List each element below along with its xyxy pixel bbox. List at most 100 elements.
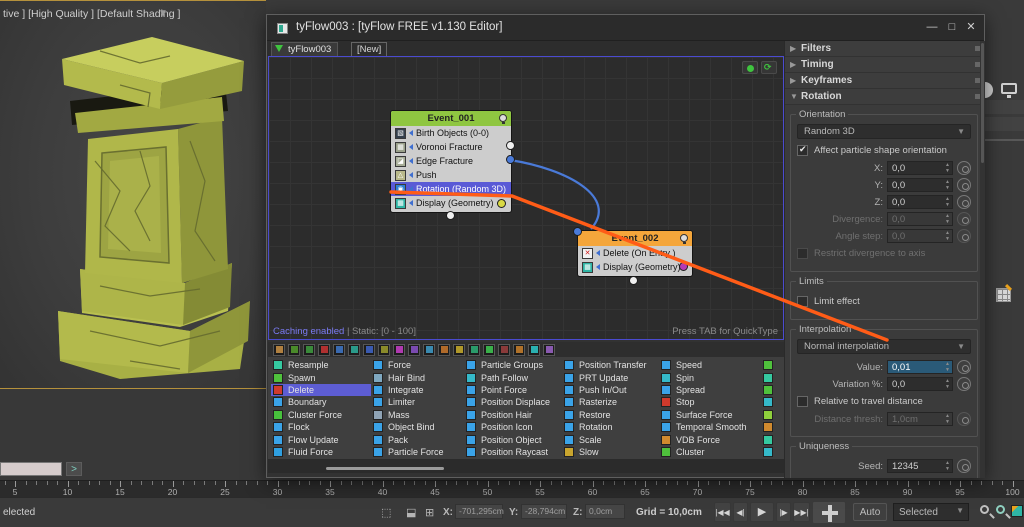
depot-item-fluid-force[interactable]: Fluid Force	[271, 446, 371, 458]
depot-category-tab-7[interactable]	[363, 343, 375, 356]
bulb-icon[interactable]	[680, 234, 688, 244]
auto-key-button[interactable]: Auto	[853, 503, 887, 521]
depot-category-tab-1[interactable]	[273, 343, 285, 356]
tab-new[interactable]: [New]	[351, 42, 388, 56]
depot-item-cluster[interactable]: Cluster	[659, 446, 761, 458]
depot-item-vdb-force[interactable]: VDB Force	[659, 433, 761, 445]
depot-item-item[interactable]	[761, 446, 781, 458]
depot-item-resample[interactable]: Resample	[271, 359, 371, 371]
depot-item-point-force[interactable]: Point Force	[464, 384, 562, 396]
orientation-dropdown[interactable]: Random 3D ▼	[797, 124, 971, 139]
operator-push[interactable]: △ Push	[391, 168, 511, 182]
depot-item-item[interactable]	[761, 384, 781, 396]
animate-key-icon[interactable]	[957, 195, 971, 209]
animate-key-icon[interactable]	[957, 459, 971, 473]
depot-item-mass[interactable]: Mass	[371, 409, 464, 421]
depot-item-item[interactable]	[761, 409, 781, 421]
edit-table-icon[interactable]	[996, 288, 1011, 302]
depot-item-position-transfer[interactable]: Position Transfer	[562, 359, 659, 371]
affect-orientation-checkbox-row[interactable]: Affect particle shape orientation	[797, 144, 971, 156]
go-to-start-button[interactable]: |◀◀	[714, 502, 731, 522]
depot-item-particle-groups[interactable]: Particle Groups	[464, 359, 562, 371]
output-port-display-1[interactable]	[497, 199, 506, 208]
go-to-end-button[interactable]: ▶▶|	[793, 502, 810, 522]
animate-key-icon[interactable]	[957, 161, 971, 175]
timeline-ruler[interactable]: 5 10 15 20 25 30 35 40 45 50 55 60 65 70 75 80 85 90 95 100	[0, 480, 1024, 497]
maximize-button[interactable]: □	[944, 20, 960, 36]
variation-field[interactable]: 0,0 ▲ ▼	[887, 377, 953, 391]
relative-travel-checkbox-row[interactable]: Relative to travel distance	[797, 396, 971, 407]
depot-item-object-bind[interactable]: Object Bind	[371, 421, 464, 433]
maxscript-mini-listener[interactable]	[0, 462, 62, 476]
depot-category-tab-6[interactable]	[348, 343, 360, 356]
depot-category-tab-10[interactable]	[408, 343, 420, 356]
display-icon[interactable]	[1001, 83, 1017, 98]
depot-category-tab-14[interactable]	[468, 343, 480, 356]
output-port-display-2[interactable]	[679, 262, 688, 271]
depot-item-stop[interactable]: Stop	[659, 396, 761, 408]
event-001-header[interactable]: Event_001	[391, 111, 511, 126]
depot-item-boundary[interactable]: Boundary	[271, 396, 371, 408]
section-timing[interactable]: ▶ Timing	[785, 57, 985, 73]
viewport-shading-label[interactable]: tive ] [High Quality ] [Default Shading …	[3, 8, 180, 20]
absolute-mode-icon[interactable]: ⊞	[425, 506, 434, 519]
minimize-button[interactable]: —	[924, 20, 940, 36]
depot-item-item[interactable]	[761, 359, 781, 371]
depot-item-position-object[interactable]: Position Object	[464, 433, 562, 445]
animate-key-icon[interactable]	[957, 377, 971, 391]
depot-item-force[interactable]: Force	[371, 359, 464, 371]
depot-category-tab-3[interactable]	[303, 343, 315, 356]
z-coord-field[interactable]: 0,0cm	[585, 504, 625, 519]
depot-category-tab-4[interactable]	[318, 343, 330, 356]
depot-item-rotation[interactable]: Rotation	[562, 421, 659, 433]
node-event-002[interactable]: Event_002 ✕ Delete (On Entry ) ▦ Display (G…	[577, 230, 693, 277]
depot-item-restore[interactable]: Restore	[562, 409, 659, 421]
depot-category-tab-8[interactable]	[378, 343, 390, 356]
close-button[interactable]: ✕	[963, 20, 979, 36]
depot-item-item[interactable]	[761, 396, 781, 408]
particle-view-button[interactable]	[742, 61, 758, 74]
event-002-output-port[interactable]	[629, 276, 638, 285]
lock-selection-icon[interactable]: ⬓	[406, 506, 416, 519]
depot-category-tab-18[interactable]	[528, 343, 540, 356]
panel-scrollbar-thumb[interactable]	[981, 43, 984, 163]
depot-item-spread[interactable]: Spread	[659, 384, 761, 396]
depot-category-tab-5[interactable]	[333, 343, 345, 356]
depot-category-tab-19[interactable]	[543, 343, 555, 356]
section-keyframes[interactable]: ▶ Keyframes	[785, 73, 985, 89]
listener-run-button[interactable]: >	[66, 462, 82, 476]
limit-effect-checkbox-row[interactable]: Limit effect	[797, 296, 971, 307]
depot-item-delete[interactable]: Delete	[271, 383, 371, 397]
operator-display-geometry[interactable]: ▦ Display (Geometry)	[578, 260, 692, 274]
zoom-region-icon[interactable]	[996, 505, 1005, 514]
viewcube-icon[interactable]	[1011, 505, 1023, 517]
depot-item-slow[interactable]: Slow	[562, 446, 659, 458]
depot-category-tab-15[interactable]	[483, 343, 495, 356]
operator-voronoi-fracture[interactable]: ▦ Voronoi Fracture	[391, 140, 511, 154]
depot-item-position-raycast[interactable]: Position Raycast	[464, 446, 562, 458]
event-002-input-port[interactable]	[573, 227, 582, 236]
event-001-output-port[interactable]	[446, 211, 455, 220]
node-graph-canvas[interactable]: Event_001 ▧ Birth Objects (0-0) ▦ Voronoi F…	[268, 56, 784, 340]
depot-item-spin[interactable]: Spin	[659, 371, 761, 383]
depot-item-limiter[interactable]: Limiter	[371, 396, 464, 408]
depot-item-hair-bind[interactable]: Hair Bind	[371, 371, 464, 383]
depot-category-tab-2[interactable]	[288, 343, 300, 356]
depot-item-surface-force[interactable]: Surface Force	[659, 409, 761, 421]
depot-category-tab-13[interactable]	[453, 343, 465, 356]
depot-item-rasterize[interactable]: Rasterize	[562, 396, 659, 408]
depot-item-position-displace[interactable]: Position Displace	[464, 396, 562, 408]
depot-item-particle-force[interactable]: Particle Force	[371, 446, 464, 458]
x-coord-field[interactable]: -701,295cm	[455, 504, 504, 519]
depot-item-spawn[interactable]: Spawn	[271, 371, 371, 383]
x-field[interactable]: 0,0 ▲ ▼	[887, 161, 953, 175]
animate-key-icon[interactable]	[957, 360, 971, 374]
operator-rotation-random-3d[interactable]: ◉ Rotation (Random 3D)	[391, 182, 511, 196]
seed-field[interactable]: 12345 ▲ ▼	[887, 459, 953, 473]
depot-item-speed[interactable]: Speed	[659, 359, 761, 371]
section-filters[interactable]: ▶ Filters	[785, 41, 985, 57]
depot-item-push-in-out[interactable]: Push In/Out	[562, 384, 659, 396]
depot-item-integrate[interactable]: Integrate	[371, 384, 464, 396]
depot-item-position-hair[interactable]: Position Hair	[464, 409, 562, 421]
key-filters-dropdown[interactable]: Selected ▼	[893, 503, 969, 521]
